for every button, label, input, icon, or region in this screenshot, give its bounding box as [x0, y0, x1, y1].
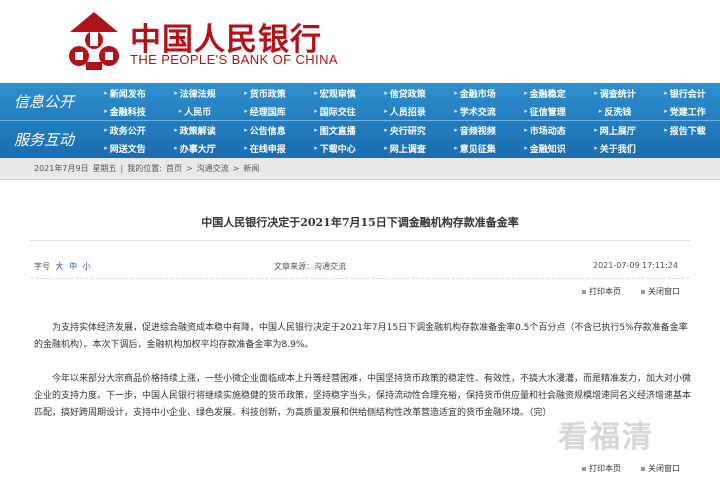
nav-item[interactable]: 金融科技 — [90, 102, 160, 120]
close-window-link[interactable]: 关闭窗口 — [641, 463, 680, 474]
nav-item[interactable]: 银行会计 — [650, 84, 720, 102]
nav-item[interactable]: 政策解读 — [160, 121, 230, 139]
nav-item[interactable]: 网上调查 — [370, 139, 440, 157]
nav-item[interactable]: 公告信息 — [230, 121, 300, 139]
site-title-en: THE PEOPLE'S BANK OF CHINA — [130, 52, 338, 67]
nav-item[interactable]: 学术交流 — [440, 102, 510, 120]
nav-item[interactable]: 金融知识 — [510, 139, 580, 157]
nav-item[interactable]: 国际交往 — [300, 102, 370, 120]
nav-item[interactable]: 人员招录 — [370, 102, 440, 120]
current-date: 2021年7月9日 — [34, 164, 89, 173]
nav-item[interactable]: 金融市场 — [440, 84, 510, 102]
article-paragraph: 为支持实体经济发展，促进综合融资成本稳中有降，中国人民银行决定于2021年7月1… — [34, 323, 688, 350]
nav-item[interactable]: 信贷政策 — [370, 84, 440, 102]
close-window-link[interactable]: 关闭窗口 — [641, 286, 680, 297]
article-source: 文章来源：沟通交流 — [274, 262, 346, 271]
main-navigation: 信息公开 服务互动 新闻发布 法律法规 货币政策 宏观审慎 信贷政策 金融市场 … — [0, 83, 720, 158]
nav-item[interactable]: 货币政策 — [230, 84, 300, 102]
nav-section-service-interaction: 服务互动 — [13, 131, 74, 149]
nav-item[interactable]: 政务公开 — [90, 121, 160, 139]
title-divider — [30, 240, 690, 241]
nav-item[interactable]: 市场动态 — [510, 121, 580, 139]
article-title: 中国人民银行决定于2021年7月15日下调金融机构存款准备金率 — [201, 216, 519, 229]
nav-item[interactable]: 关于我们 — [580, 139, 650, 157]
nav-item[interactable]: 人民币 — [160, 102, 230, 120]
nav-item[interactable]: 音频视频 — [440, 121, 510, 139]
breadcrumb-section-link[interactable]: 沟通交流 — [197, 163, 229, 174]
nav-item[interactable]: 在线申报 — [230, 139, 300, 157]
print-page-link[interactable]: 打印本页 — [582, 463, 621, 474]
nav-item[interactable]: 法律法规 — [160, 84, 230, 102]
nav-item[interactable]: 意见征集 — [440, 139, 510, 157]
nav-item[interactable]: 图文直播 — [300, 121, 370, 139]
nav-item[interactable]: 反洗钱 — [580, 102, 650, 120]
breadcrumb-home-link[interactable]: 首页 — [166, 163, 182, 174]
nav-item[interactable]: 新闻发布 — [90, 84, 160, 102]
nav-item[interactable]: 报告下载 — [650, 121, 720, 139]
font-size-label: 字号 — [34, 262, 50, 271]
print-page-link[interactable]: 打印本页 — [582, 286, 621, 297]
nav-item[interactable]: 下载中心 — [300, 139, 370, 157]
nav-item[interactable]: 央行研究 — [370, 121, 440, 139]
pboc-logo-icon[interactable] — [66, 10, 122, 72]
font-size-small-link[interactable]: 小 — [83, 262, 91, 271]
font-size-medium-link[interactable]: 中 — [69, 262, 77, 271]
nav-item[interactable]: 网上展厅 — [580, 121, 650, 139]
current-weekday: 星期五 — [92, 164, 117, 173]
nav-group-info: 新闻发布 法律法规 货币政策 宏观审慎 信贷政策 金融市场 金融稳定 调查统计 … — [90, 84, 720, 121]
nav-item[interactable]: 党建工作 — [650, 102, 720, 120]
nav-group-service: 政务公开 政策解读 公告信息 图文直播 央行研究 音频视频 市场动态 网上展厅 … — [90, 121, 720, 158]
nav-item[interactable]: 宏观审慎 — [300, 84, 370, 102]
meta-divider — [30, 278, 690, 279]
nav-section-info-disclosure: 信息公开 — [13, 93, 74, 111]
nav-item[interactable]: 金融稳定 — [510, 84, 580, 102]
font-size-large-link[interactable]: 大 — [56, 262, 64, 271]
breadcrumb-current-link[interactable]: 新闻 — [243, 163, 259, 174]
nav-item[interactable]: 办事大厅 — [160, 139, 230, 157]
watermark-logo: 看福清 — [558, 420, 654, 455]
breadcrumb-separator: > — [185, 164, 193, 173]
breadcrumb-label: 我的位置: — [127, 164, 162, 173]
nav-item[interactable]: 征信管理 — [510, 102, 580, 120]
site-header: 中国人民银行 THE PEOPLE'S BANK OF CHINA — [0, 0, 720, 83]
article-datetime: 2021-07-09 17:11:24 — [593, 261, 678, 270]
nav-item[interactable]: 网送文告 — [90, 139, 160, 157]
breadcrumb: 2021年7月9日 星期五 | 我的位置: 首页 > 沟通交流 > 新闻 — [0, 158, 720, 180]
breadcrumb-separator: > — [232, 164, 240, 173]
font-size-controls: 字号 大 中 小 — [34, 261, 91, 273]
breadcrumb-divider: | — [120, 164, 124, 173]
nav-item[interactable]: 经理国库 — [230, 102, 300, 120]
nav-item[interactable]: 调查统计 — [580, 84, 650, 102]
